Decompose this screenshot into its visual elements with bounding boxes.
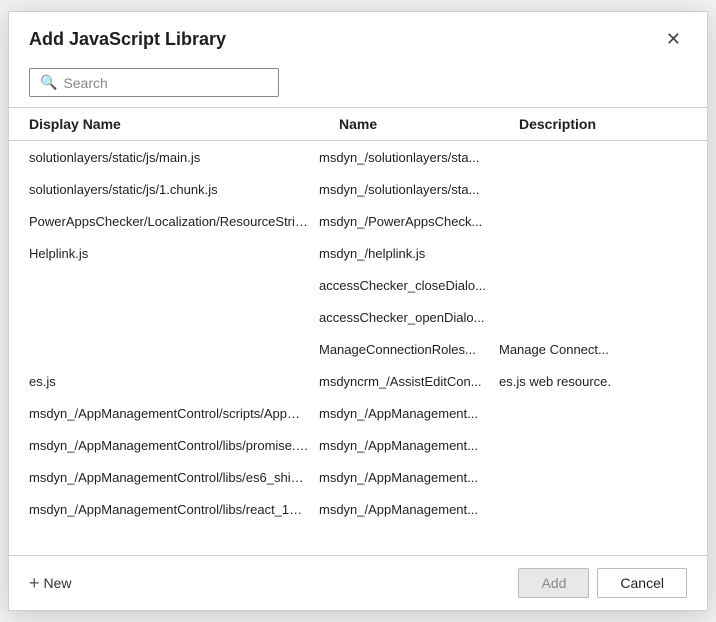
cell-description: es.js web resource. [499, 374, 687, 389]
dialog-title: Add JavaScript Library [29, 29, 226, 50]
table-row[interactable]: accessChecker_closeDialo... [29, 269, 687, 301]
search-box: 🔍 [29, 68, 279, 97]
table-row[interactable]: es.jsmsdyncrm_/AssistEditCon...es.js web… [29, 365, 687, 397]
table-row[interactable]: msdyn_/AppManagementControl/libs/react_1… [29, 493, 687, 525]
footer-actions: Add Cancel [518, 568, 687, 598]
table-row[interactable]: solutionlayers/static/js/1.chunk.jsmsdyn… [29, 173, 687, 205]
cell-name: msdyn_/AppManagement... [319, 470, 499, 485]
new-button-label: New [44, 575, 72, 591]
cell-name: accessChecker_closeDialo... [319, 278, 499, 293]
column-header-display-name: Display Name [29, 116, 339, 132]
cell-name: msdyn_/solutionlayers/sta... [319, 182, 499, 197]
table-row[interactable]: solutionlayers/static/js/main.jsmsdyn_/s… [29, 141, 687, 173]
dialog-footer: + New Add Cancel [9, 555, 707, 610]
cell-name: accessChecker_openDialo... [319, 310, 499, 325]
cancel-button[interactable]: Cancel [597, 568, 687, 598]
table-header: Display Name Name Description [9, 108, 707, 141]
table-row[interactable]: msdyn_/AppManagementControl/scripts/AppM… [29, 397, 687, 429]
cell-display-name: solutionlayers/static/js/1.chunk.js [29, 182, 319, 197]
cell-name: msdyn_/AppManagement... [319, 438, 499, 453]
cell-name: msdyn_/AppManagement... [319, 406, 499, 421]
column-header-description: Description [519, 116, 687, 132]
table-row[interactable]: msdyn_/AppManagementControl/libs/promise… [29, 429, 687, 461]
cell-name: msdyncrm_/AssistEditCon... [319, 374, 499, 389]
table-row[interactable]: Helplink.jsmsdyn_/helplink.js [29, 237, 687, 269]
table-row[interactable]: accessChecker_openDialo... [29, 301, 687, 333]
cell-name: msdyn_/helplink.js [319, 246, 499, 261]
cell-display-name: es.js [29, 374, 319, 389]
cell-display-name: msdyn_/AppManagementControl/scripts/AppM… [29, 406, 319, 421]
cell-description: Manage Connect... [499, 342, 687, 357]
table-container: Display Name Name Description solutionla… [9, 107, 707, 555]
cell-name: msdyn_/solutionlayers/sta... [319, 150, 499, 165]
search-input[interactable] [63, 75, 268, 91]
cell-display-name: Helplink.js [29, 246, 319, 261]
dialog-header: Add JavaScript Library ✕ [9, 12, 707, 60]
cell-display-name: msdyn_/AppManagementControl/libs/es6_shi… [29, 470, 319, 485]
plus-icon: + [29, 573, 40, 594]
search-area: 🔍 [9, 60, 707, 107]
table-row[interactable]: PowerAppsChecker/Localization/ResourceSt… [29, 205, 687, 237]
cell-name: ManageConnectionRoles... [319, 342, 499, 357]
cell-name: msdyn_/AppManagement... [319, 502, 499, 517]
table-row[interactable]: ManageConnectionRoles...Manage Connect..… [29, 333, 687, 365]
column-header-name: Name [339, 116, 519, 132]
search-icon: 🔍 [40, 74, 57, 91]
new-button[interactable]: + New [29, 569, 72, 598]
close-button[interactable]: ✕ [660, 28, 687, 50]
cell-display-name: PowerAppsChecker/Localization/ResourceSt… [29, 214, 319, 229]
cell-display-name: solutionlayers/static/js/main.js [29, 150, 319, 165]
cell-display-name: msdyn_/AppManagementControl/libs/react_1… [29, 502, 319, 517]
cell-name: msdyn_/PowerAppsCheck... [319, 214, 499, 229]
cell-display-name: msdyn_/AppManagementControl/libs/promise… [29, 438, 319, 453]
add-button: Add [518, 568, 589, 598]
table-body: solutionlayers/static/js/main.jsmsdyn_/s… [9, 141, 707, 555]
table-row[interactable]: msdyn_/AppManagementControl/libs/es6_shi… [29, 461, 687, 493]
add-js-library-dialog: Add JavaScript Library ✕ 🔍 Display Name … [8, 11, 708, 611]
